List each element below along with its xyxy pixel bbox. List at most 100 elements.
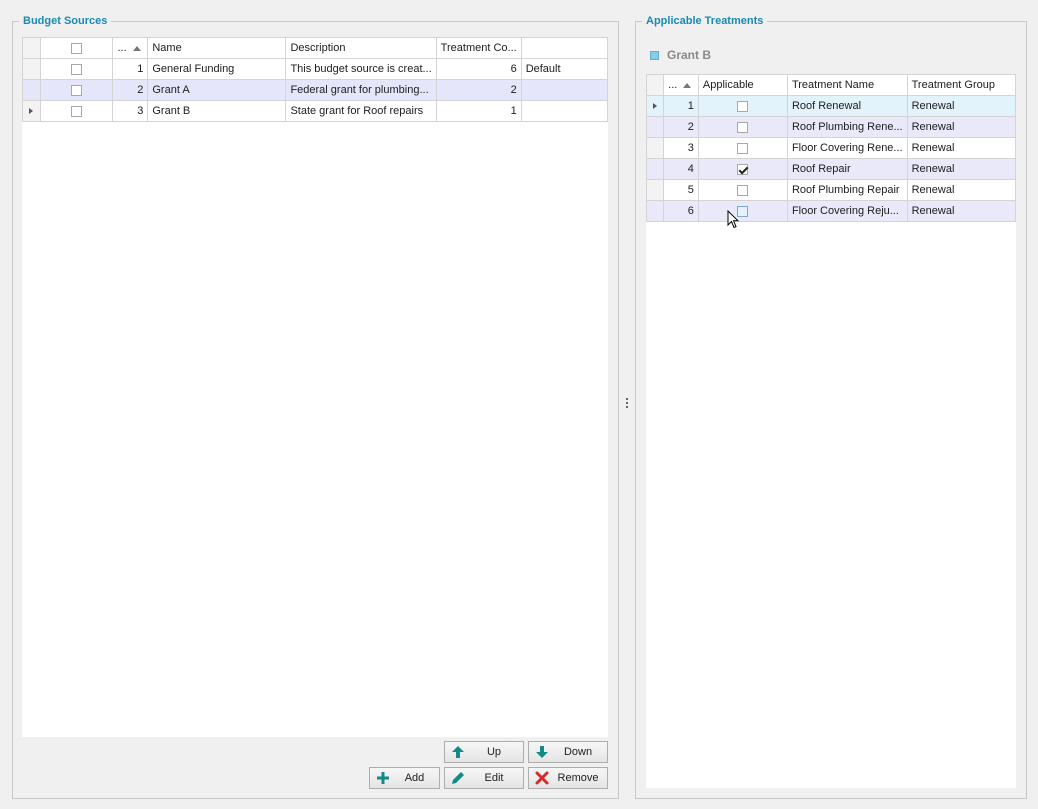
table-row[interactable]: 2 Roof Plumbing Rene... Renewal (645, 116, 1017, 138)
applicable-checkbox[interactable] (737, 100, 749, 112)
treatments-grid[interactable]: ... Applicable Treatment Name Treatment … (645, 74, 1017, 788)
row-select-cell[interactable] (39, 79, 114, 101)
current-row-arrow-icon (653, 103, 658, 110)
row-checkbox[interactable] (71, 63, 83, 75)
applicable-cell[interactable] (697, 158, 788, 180)
row-indicator (22, 58, 41, 80)
description-column-header[interactable]: Description (285, 37, 437, 59)
row-extra (520, 100, 609, 122)
row-indicator (645, 158, 665, 180)
edit-button-label: Edit (484, 772, 504, 784)
sort-ascending-icon (683, 82, 692, 88)
plus-icon (377, 772, 389, 784)
up-button[interactable]: Up (444, 741, 524, 763)
table-row[interactable]: 2 Grant A Federal grant for plumbing... … (22, 79, 609, 101)
treatments-table: ... Applicable Treatment Name Treatment … (645, 74, 1017, 222)
row-indicator (22, 100, 41, 122)
applicable-checkbox[interactable] (737, 163, 749, 175)
applicable-column-header[interactable]: Applicable (697, 74, 788, 96)
up-button-label: Up (486, 746, 502, 758)
treatment-group[interactable]: Renewal (906, 200, 1017, 222)
treatment-name[interactable]: Roof Renewal (786, 95, 908, 117)
id-column-label: ... (117, 42, 127, 54)
budget-sources-table: ... Name Description Treatment Co... 1 G… (22, 37, 609, 122)
select-all-checkbox[interactable] (71, 42, 83, 54)
applicable-cell[interactable] (697, 137, 788, 159)
row-id: 2 (663, 116, 699, 138)
treat-id-column-header[interactable]: ... (663, 74, 699, 96)
treatment-name-column-header[interactable]: Treatment Name (786, 74, 908, 96)
treatment-group[interactable]: Renewal (906, 116, 1017, 138)
panel-splitter-handle[interactable] (626, 398, 628, 412)
row-name[interactable]: General Funding (147, 58, 287, 80)
treatment-group[interactable]: Renewal (906, 95, 1017, 117)
row-description[interactable]: This budget source is creat... (285, 58, 437, 80)
down-button-label: Down (563, 746, 593, 758)
applicable-cell[interactable] (697, 200, 788, 222)
treatment-name[interactable]: Roof Plumbing Rene... (786, 116, 908, 138)
extra-column-header[interactable] (520, 37, 609, 59)
selected-source-name: Grant B (667, 48, 712, 62)
row-indicator (645, 200, 665, 222)
row-id: 1 (663, 95, 699, 117)
treatment-group-column-header[interactable]: Treatment Group (906, 74, 1017, 96)
close-icon (535, 771, 549, 785)
row-checkbox[interactable] (71, 105, 83, 117)
applicable-column-label: Applicable (702, 79, 754, 91)
treatment-name[interactable]: Floor Covering Reju... (786, 200, 908, 222)
table-row[interactable]: 3 Grant B State grant for Roof repairs 1 (22, 100, 609, 122)
row-select-cell[interactable] (39, 100, 114, 122)
remove-button[interactable]: Remove (528, 767, 608, 789)
row-extra (520, 79, 609, 101)
table-row[interactable]: 3 Floor Covering Rene... Renewal (645, 137, 1017, 159)
treatment-group-column-label: Treatment Group (911, 79, 995, 91)
applicable-checkbox[interactable] (737, 184, 749, 196)
treatment-name[interactable]: Floor Covering Rene... (786, 137, 908, 159)
row-indicator-header (645, 74, 665, 96)
treatment-group[interactable]: Renewal (906, 137, 1017, 159)
table-row[interactable]: 6 Floor Covering Reju... Renewal (645, 200, 1017, 222)
row-checkbox[interactable] (71, 84, 83, 96)
applicable-cell[interactable] (697, 95, 788, 117)
row-id: 3 (663, 137, 699, 159)
table-row[interactable]: 1 General Funding This budget source is … (22, 58, 609, 80)
budget-sources-grid[interactable]: ... Name Description Treatment Co... 1 G… (22, 37, 609, 737)
treat-id-column-label: ... (668, 79, 678, 91)
treatment-name[interactable]: Roof Plumbing Repair (786, 179, 908, 201)
row-select-cell[interactable] (39, 58, 114, 80)
row-indicator (645, 116, 665, 138)
table-row[interactable]: 5 Roof Plumbing Repair Renewal (645, 179, 1017, 201)
budget-header-row: ... Name Description Treatment Co... (22, 37, 609, 59)
row-id: 4 (663, 158, 699, 180)
row-indicator (645, 137, 665, 159)
treatment-group[interactable]: Renewal (906, 179, 1017, 201)
applicable-checkbox[interactable] (737, 205, 749, 217)
sort-ascending-icon (132, 45, 141, 51)
row-description[interactable]: Federal grant for plumbing... (285, 79, 437, 101)
row-id: 6 (663, 200, 699, 222)
arrow-down-icon (536, 746, 548, 758)
treatment-group[interactable]: Renewal (906, 158, 1017, 180)
applicable-cell[interactable] (697, 179, 788, 201)
down-button[interactable]: Down (528, 741, 608, 763)
applicable-cell[interactable] (697, 116, 788, 138)
row-name[interactable]: Grant B (147, 100, 287, 122)
budget-sources-title: Budget Sources (19, 14, 112, 28)
row-name[interactable]: Grant A (147, 79, 287, 101)
table-row[interactable]: 4 Roof Repair Renewal (645, 158, 1017, 180)
table-row[interactable]: 1 Roof Renewal Renewal (645, 95, 1017, 117)
row-indicator-header (22, 37, 41, 59)
treatment-name[interactable]: Roof Repair (786, 158, 908, 180)
id-column-header[interactable]: ... (112, 37, 149, 59)
treatment-count-column-header[interactable]: Treatment Co... (435, 37, 522, 59)
applicable-checkbox[interactable] (737, 142, 749, 154)
treatment-count-column-label: Treatment Co... (440, 42, 517, 54)
row-extra: Default (520, 58, 609, 80)
select-all-header[interactable] (39, 37, 114, 59)
applicable-checkbox[interactable] (737, 121, 749, 133)
edit-button[interactable]: Edit (444, 767, 524, 789)
row-description[interactable]: State grant for Roof repairs (285, 100, 437, 122)
row-indicator (645, 95, 665, 117)
add-button[interactable]: Add (369, 767, 440, 789)
name-column-header[interactable]: Name (147, 37, 287, 59)
